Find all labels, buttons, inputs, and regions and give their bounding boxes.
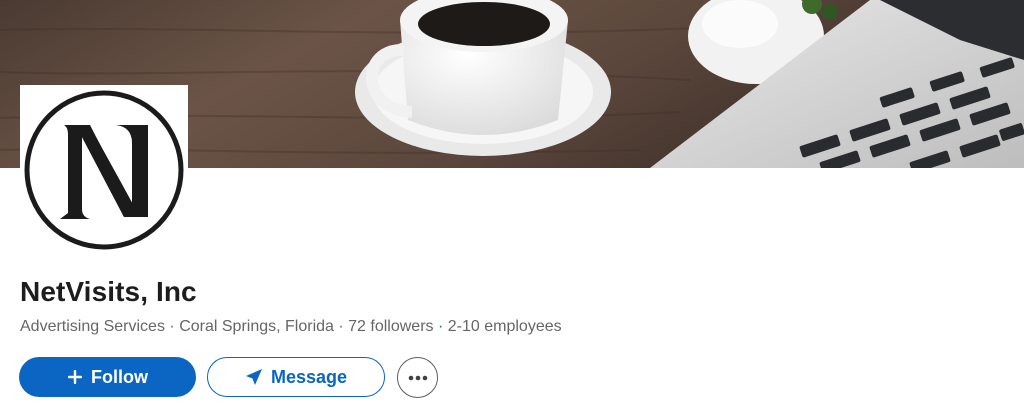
separator: · [437, 318, 444, 335]
separator: · [338, 318, 344, 335]
netvisits-logo-icon [24, 90, 184, 250]
message-button-label: Message [270, 366, 348, 387]
follow-button[interactable]: Follow [19, 357, 196, 397]
location-label: Coral Springs, Florida [179, 318, 334, 335]
follow-button-label: Follow [91, 366, 148, 387]
company-meta: Advertising Services · Coral Springs, Fl… [20, 318, 562, 336]
followers-count: 72 followers [348, 318, 434, 335]
employees-link[interactable]: 2-10 employees [448, 318, 562, 335]
industry-label: Advertising Services [20, 318, 165, 335]
message-button[interactable]: Message [207, 357, 385, 397]
ellipsis-icon [408, 375, 428, 381]
plus-icon [67, 369, 83, 385]
company-name: NetVisits, Inc [20, 276, 197, 307]
more-options-button[interactable] [397, 357, 438, 398]
company-page: NetVisits, Inc Advertising Services · Co… [0, 0, 1024, 416]
separator: · [169, 318, 175, 335]
paper-plane-icon [245, 368, 263, 386]
company-logo[interactable] [20, 85, 188, 253]
